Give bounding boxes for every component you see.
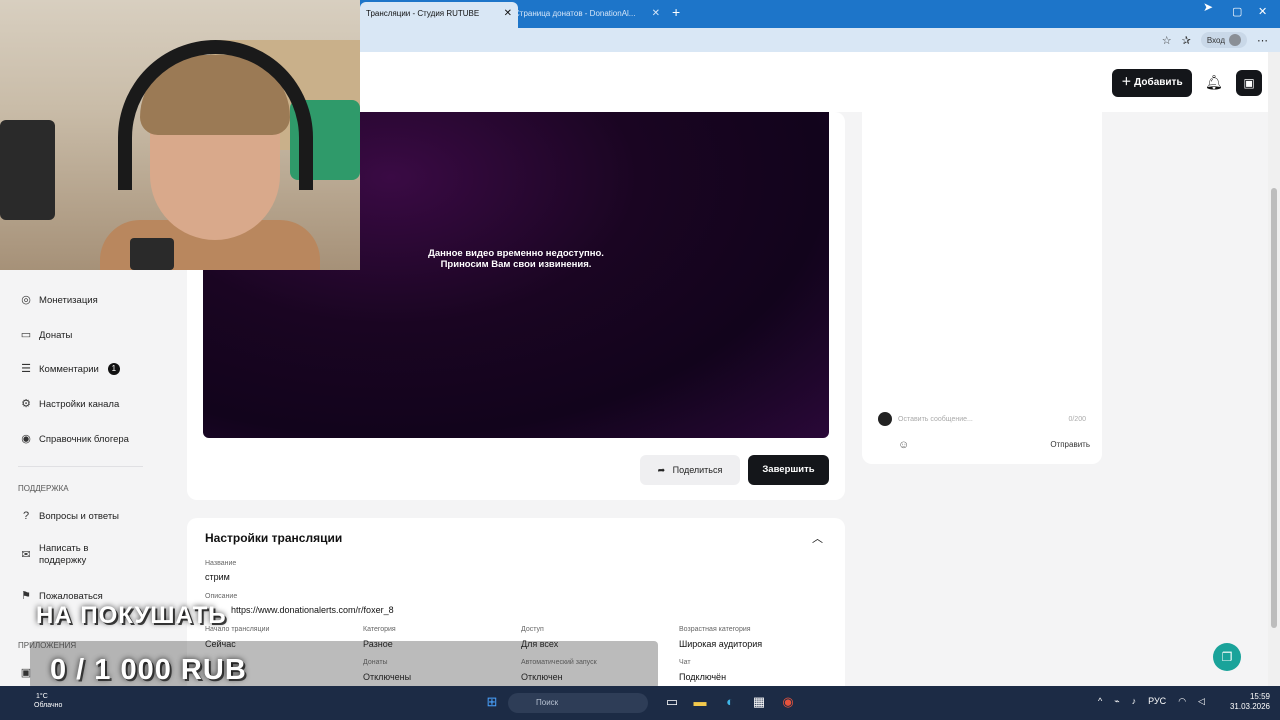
coin-icon: ◎: [21, 294, 31, 306]
webcam-cup: [130, 238, 174, 270]
chat-message-input[interactable]: Оставить сообщение...: [898, 416, 1088, 423]
weather-widget[interactable]: 1°C Облачно: [14, 692, 62, 710]
favorites-icon[interactable]: ✰: [1182, 34, 1191, 47]
share-button[interactable]: ➦ Поделиться: [640, 455, 740, 485]
login-label: Вход: [1206, 35, 1225, 45]
maximize-icon[interactable]: ▢: [1232, 5, 1242, 18]
bell-icon[interactable]: 🔔︎: [1205, 74, 1223, 91]
sidebar-item-label: Написать в поддержку: [39, 543, 89, 566]
sidebar-item-label: Вопросы и ответы: [39, 510, 120, 522]
name-value: стрим: [205, 572, 230, 582]
tab-title: Трансляции - Студия RUTUBE: [366, 9, 480, 18]
sidebar-item-write-support[interactable]: ✉ Написать в поддержку: [20, 543, 130, 567]
wifi-icon[interactable]: ◠: [1178, 696, 1186, 707]
system-tray: ^ ⌁ ♪ РУС ◠ ◁: [1098, 696, 1205, 707]
mouse-cursor-icon: ➤: [1203, 0, 1214, 14]
close-icon[interactable]: ✕: [652, 4, 660, 24]
sidebar-item-blogger-guide[interactable]: ◉ Справочник блогера: [20, 433, 129, 445]
avatar: [878, 412, 892, 426]
new-tab-icon[interactable]: +: [672, 4, 680, 20]
folder-icon[interactable]: ▬: [692, 694, 708, 710]
sidebar-item-label: Настройки канала: [39, 398, 120, 410]
mic-icon[interactable]: ♪: [1132, 696, 1137, 707]
sidebar-item-channel-settings[interactable]: ⚙ Настройки канала: [20, 398, 119, 410]
clock-date: 31.03.2026: [1229, 702, 1270, 711]
sidebar-item-donations[interactable]: ▭ Донаты: [20, 329, 73, 341]
edge-icon[interactable]: ◐: [722, 694, 738, 710]
chat-label: Чат: [679, 659, 691, 666]
webcam-overlay: [0, 0, 360, 270]
donation-goal-amount: 0 / 1 000 RUB: [50, 654, 247, 686]
divider: [18, 466, 143, 467]
chat-value: Подключён: [679, 672, 727, 682]
more-icon[interactable]: ⋯: [1257, 34, 1268, 47]
avatar: [1229, 34, 1241, 46]
scrollbar-thumb[interactable]: [1271, 188, 1277, 628]
age-label: Возрастная категория: [679, 626, 751, 633]
tab-donationalerts[interactable]: Страница донатов - DonationAl... ✕: [508, 4, 666, 24]
question-icon: ?: [22, 510, 30, 522]
chat-char-counter: 0/200: [1068, 416, 1086, 423]
support-chat-button[interactable]: ❐: [1213, 643, 1241, 671]
user-avatar[interactable]: ▣: [1236, 70, 1262, 96]
login-button[interactable]: Вход: [1200, 32, 1247, 48]
access-label: Доступ: [521, 626, 544, 633]
sidebar-item-label: Монетизация: [39, 294, 98, 306]
window-close-icon[interactable]: ✕: [1258, 5, 1267, 18]
share-icon: ➦: [657, 465, 666, 475]
sidebar-item-comments[interactable]: ☰ Комментарии 1: [20, 363, 120, 375]
comments-badge: 1: [107, 363, 120, 375]
end-stream-button[interactable]: Завершить: [748, 455, 829, 485]
comment-icon: ☰: [21, 363, 31, 375]
chat-icon: ❐: [1221, 650, 1233, 664]
add-label: Добавить: [1134, 77, 1183, 88]
chevron-up-icon[interactable]: ︿: [812, 530, 823, 546]
obs-icon[interactable]: ◉: [780, 694, 796, 710]
sidebar-item-report[interactable]: ⚑ Пожаловаться: [20, 590, 103, 602]
wallet-icon: ▭: [20, 329, 32, 341]
add-button[interactable]: ＋ Добавить: [1112, 69, 1192, 97]
task-view-icon[interactable]: ▭: [664, 694, 680, 710]
language-indicator[interactable]: РУС: [1148, 696, 1166, 707]
description-value: https://www.donationalerts.com/r/foxer_8: [231, 605, 394, 615]
network-icon[interactable]: ⌁: [1114, 696, 1119, 707]
scrollbar[interactable]: [1268, 52, 1280, 686]
webcam-speaker: [0, 120, 55, 220]
tab-title: Страница донатов - DonationAl...: [514, 9, 636, 18]
compass-icon: ◉: [21, 433, 31, 445]
clock[interactable]: 15:59 31.03.2026: [1230, 692, 1270, 712]
sidebar-item-faq[interactable]: ? Вопросы и ответы: [20, 510, 119, 522]
chevron-up-icon[interactable]: ^: [1098, 696, 1102, 707]
start-icon[interactable]: ⊞: [484, 694, 500, 710]
store-icon[interactable]: ▦: [751, 694, 767, 710]
volume-icon[interactable]: ◁: [1198, 696, 1205, 707]
send-button[interactable]: Отправить: [1050, 440, 1090, 449]
sidebar-item-label: Пожаловаться: [39, 590, 103, 602]
weather-desc: Облачно: [34, 702, 63, 709]
gear-icon: ⚙: [21, 398, 31, 410]
taskbar-search[interactable]: Поиск: [508, 693, 648, 713]
tab-rutube-studio[interactable]: Трансляции - Студия RUTUBE ✕: [360, 2, 518, 28]
weather-temp: 1°C: [36, 693, 48, 700]
sidebar-item-label: Донаты: [39, 329, 73, 341]
support-section-title: ПОДДЕРЖКА: [18, 484, 69, 493]
settings-title: Настройки трансляции: [205, 531, 343, 545]
windows-taskbar: 1°C Облачно ⊞ Поиск ▭ ▬ ◐ ▦ ◉ ^ ⌁ ♪ РУС …: [0, 686, 1280, 720]
sidebar-item-monetization[interactable]: ◎ Монетизация: [20, 294, 98, 306]
mail-icon: ✉: [21, 549, 31, 561]
donation-goal-title: НА ПОКУШАТЬ: [36, 602, 227, 629]
sidebar-item-label: Комментарии: [39, 363, 99, 375]
name-label: Название: [205, 560, 237, 567]
star-icon[interactable]: ☆: [1162, 34, 1172, 47]
share-label: Поделиться: [672, 465, 723, 475]
flag-icon: ⚑: [21, 590, 31, 602]
chat-panel: Оставить сообщение... 0/200 ☺ Отправить: [862, 112, 1102, 464]
sidebar-item-label: Справочник блогера: [39, 433, 129, 445]
clock-time: 15:59: [1249, 692, 1270, 701]
description-label: Описание: [205, 593, 238, 600]
category-label: Категория: [363, 626, 396, 633]
age-value: Широкая аудитория: [679, 639, 763, 649]
emoji-icon[interactable]: ☺: [898, 439, 909, 451]
